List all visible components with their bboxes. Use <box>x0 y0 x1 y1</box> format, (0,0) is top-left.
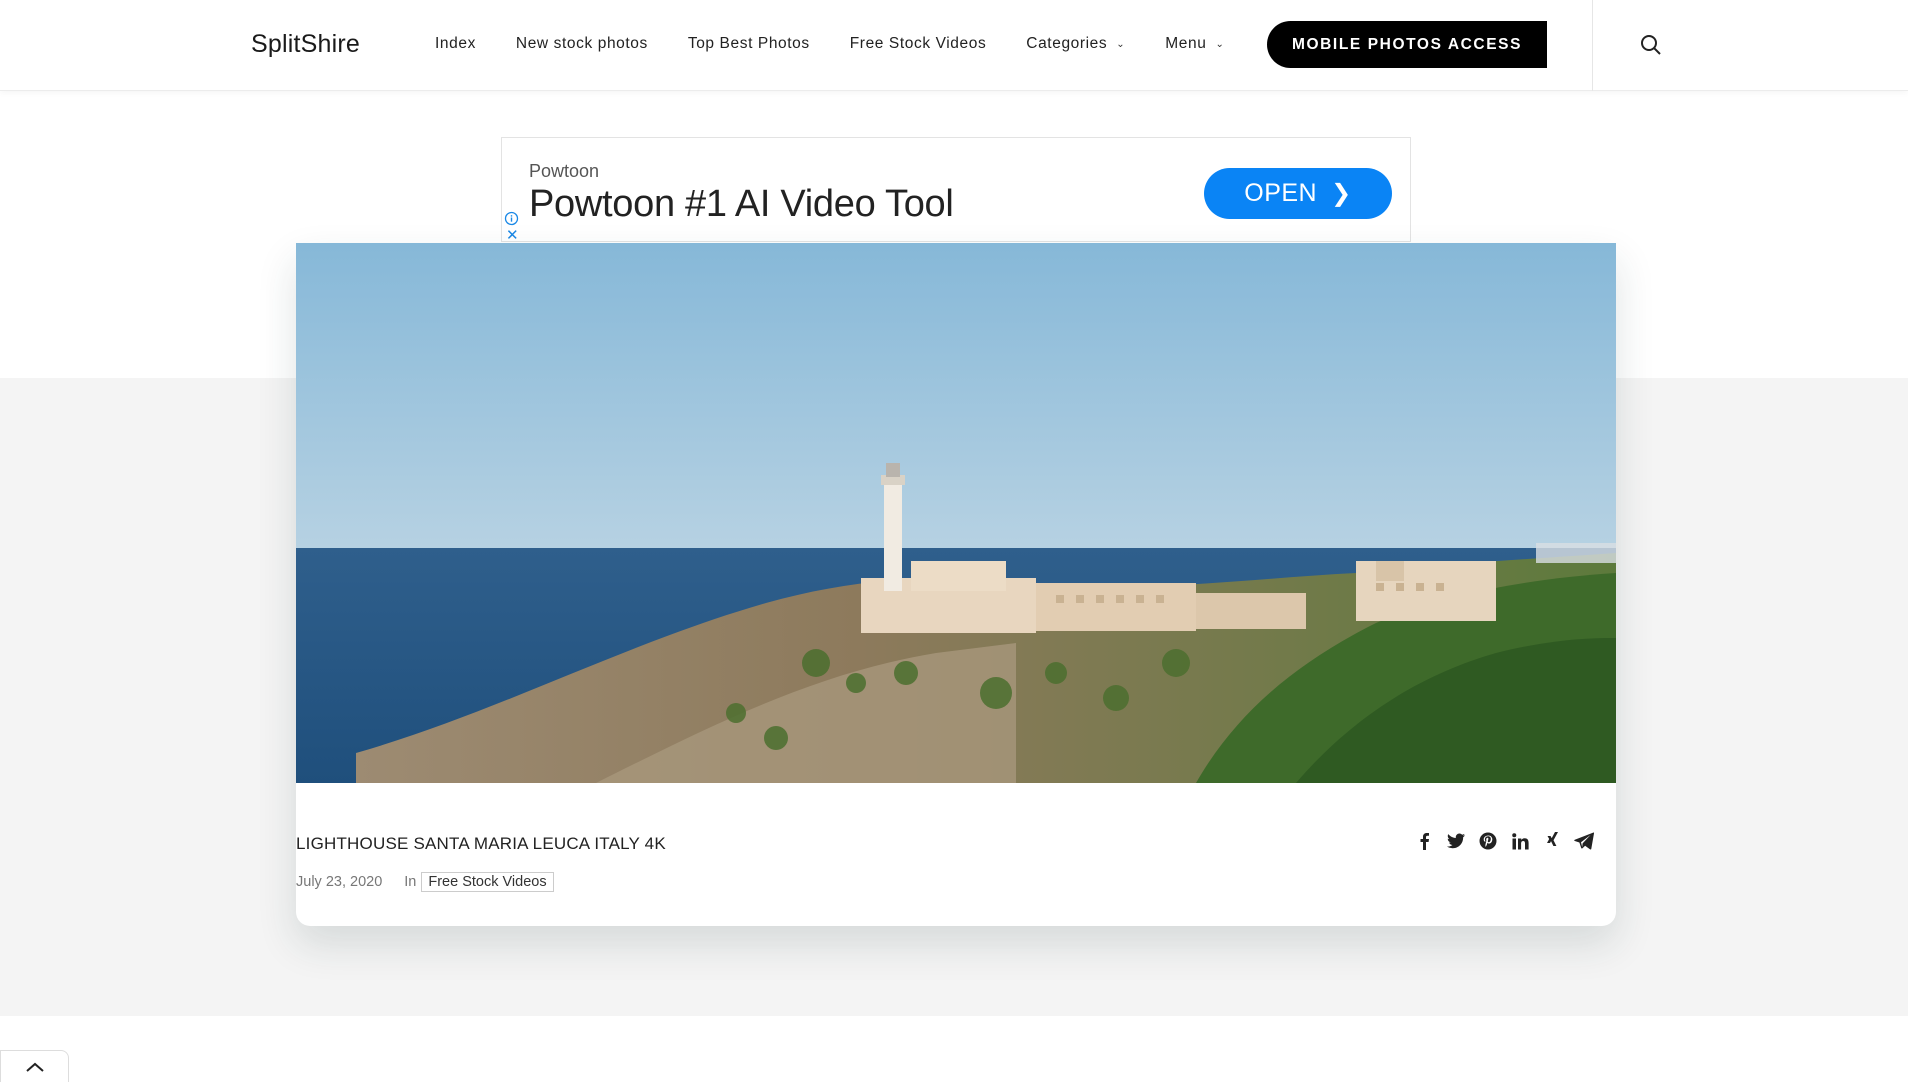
nav-label: Index <box>435 35 476 52</box>
nav-label: New stock photos <box>515 35 648 52</box>
nav-item-categories[interactable]: Categories ⌄ <box>1026 35 1125 53</box>
ad-open-button[interactable]: OPEN ❯ <box>1204 168 1392 219</box>
ad-title[interactable]: Powtoon #1 AI Video Tool <box>529 183 954 226</box>
xing-icon[interactable] <box>1542 831 1562 851</box>
ad-banner[interactable]: Powtoon Powtoon #1 AI Video Tool OPEN ❯ … <box>501 137 1411 243</box>
site-header: SplitShire Index New stock photos Top Be… <box>0 0 1908 91</box>
pinterest-icon[interactable] <box>1478 831 1498 851</box>
nav-item-index[interactable]: Index <box>435 35 476 53</box>
back-to-top-button[interactable] <box>0 1050 69 1082</box>
chevron-up-icon <box>25 1062 44 1072</box>
nav-item-menu[interactable]: Menu ⌄ <box>1165 35 1224 53</box>
post-category-link[interactable]: Free Stock Videos <box>421 872 554 892</box>
post-date: July 23, 2020 <box>296 874 383 890</box>
close-icon[interactable]: ✕ <box>506 228 519 243</box>
site-logo[interactable]: SplitShire <box>251 30 360 59</box>
post-in-label: In <box>404 874 417 890</box>
linkedin-icon[interactable] <box>1510 831 1530 851</box>
post-card: LIGHTHOUSE SANTA MARIA LEUCA ITALY 4K Ju… <box>296 243 1616 926</box>
ad-open-label: OPEN <box>1244 179 1318 207</box>
mobile-photos-access-button[interactable]: MOBILE PHOTOS ACCESS <box>1267 21 1547 68</box>
header-divider <box>1592 0 1593 91</box>
chevron-down-icon: ⌄ <box>1215 38 1225 50</box>
twitter-icon[interactable] <box>1446 831 1466 851</box>
nav-label: Top Best Photos <box>687 35 810 52</box>
nav-item-free-stock-videos[interactable]: Free Stock Videos <box>850 35 987 53</box>
nav-label: Menu <box>1165 35 1207 52</box>
facebook-icon[interactable] <box>1414 831 1434 851</box>
nav-label: Free Stock Videos <box>849 35 987 52</box>
telegram-icon[interactable] <box>1574 831 1594 851</box>
chevron-right-icon: ❯ <box>1331 180 1352 207</box>
nav-item-top-best-photos[interactable]: Top Best Photos <box>688 35 810 53</box>
ad-brand: Powtoon <box>529 161 600 181</box>
nav-label: Categories <box>1026 35 1108 52</box>
post-featured-video[interactable] <box>296 243 1616 783</box>
chevron-down-icon: ⌄ <box>1116 38 1126 50</box>
search-icon[interactable] <box>1639 33 1663 57</box>
info-icon[interactable] <box>504 211 519 226</box>
nav-item-new-stock-photos[interactable]: New stock photos <box>516 35 648 53</box>
post-title[interactable]: LIGHTHOUSE SANTA MARIA LEUCA ITALY 4K <box>296 834 666 854</box>
share-buttons <box>1414 831 1594 851</box>
post-meta: July 23, 2020 In Free Stock Videos <box>296 872 554 892</box>
main-nav: Index New stock photos Top Best Photos F… <box>435 35 1264 53</box>
